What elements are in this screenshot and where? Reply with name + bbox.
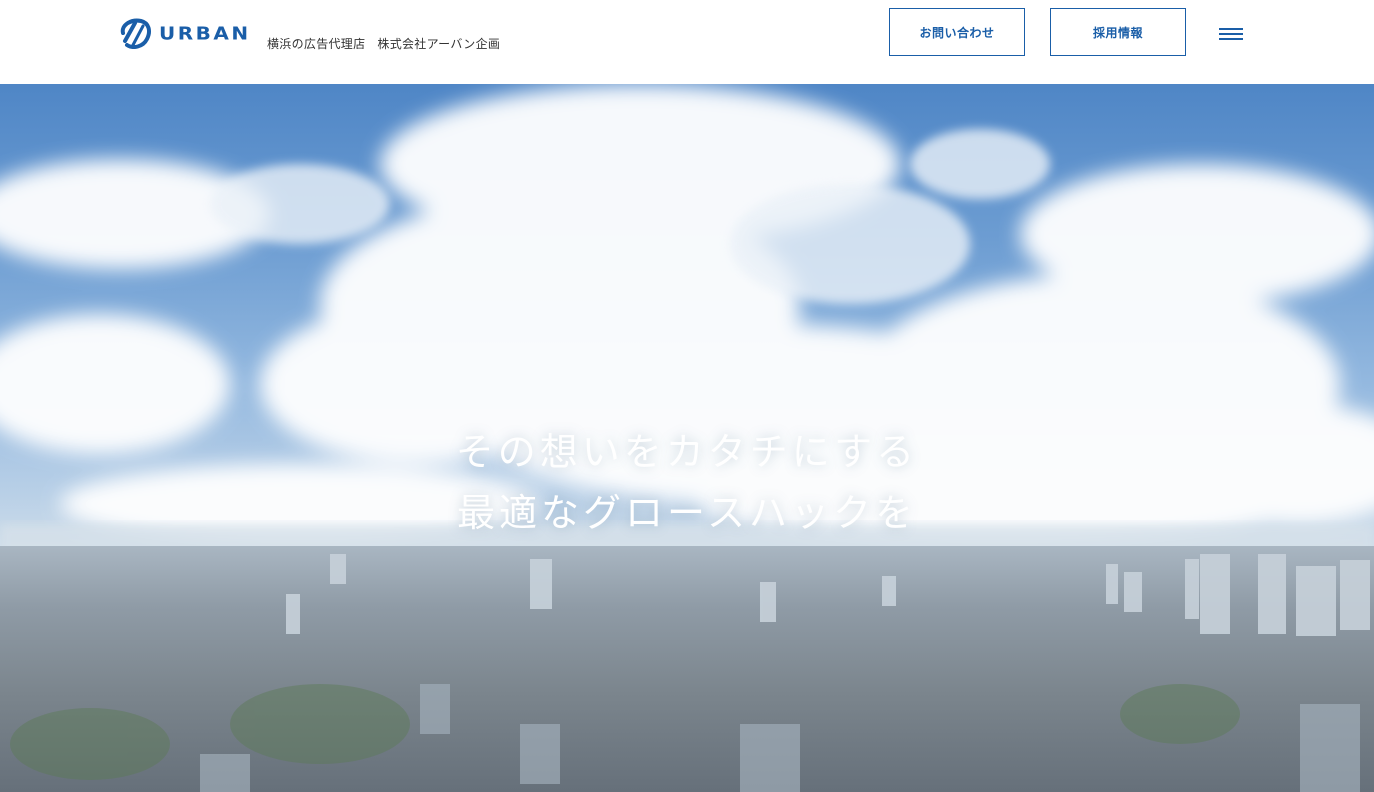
tagline-description: 横浜の広告代理店	[267, 37, 366, 51]
hero-section: その想いをカタチにする 最適なグロースハックを	[0, 84, 1374, 792]
hero-headline: その想いをカタチにする 最適なグロースハックを	[0, 422, 1374, 544]
hamburger-menu-button[interactable]	[1213, 22, 1249, 46]
urban-logo-mark-icon	[120, 18, 151, 49]
tagline-company-name: 株式会社アーバン企画	[377, 37, 501, 51]
hero-headline-line-1: その想いをカタチにする	[455, 430, 919, 474]
hamburger-icon-bar	[1219, 28, 1243, 30]
site-header: URBAN 横浜の広告代理店 株式会社アーバン企画 お問い合わせ 採用情報	[0, 0, 1374, 84]
recruit-button[interactable]: 採用情報	[1050, 8, 1186, 56]
site-logo[interactable]: URBAN	[119, 17, 251, 49]
hamburger-icon-bar	[1219, 38, 1243, 40]
site-tagline: 横浜の広告代理店 株式会社アーバン企画	[267, 35, 500, 52]
hamburger-icon-bar	[1219, 33, 1243, 35]
contact-button[interactable]: お問い合わせ	[889, 8, 1025, 56]
hero-headline-line-2: 最適なグロースハックを	[456, 491, 918, 535]
logo-wordmark: URBAN	[159, 22, 251, 44]
